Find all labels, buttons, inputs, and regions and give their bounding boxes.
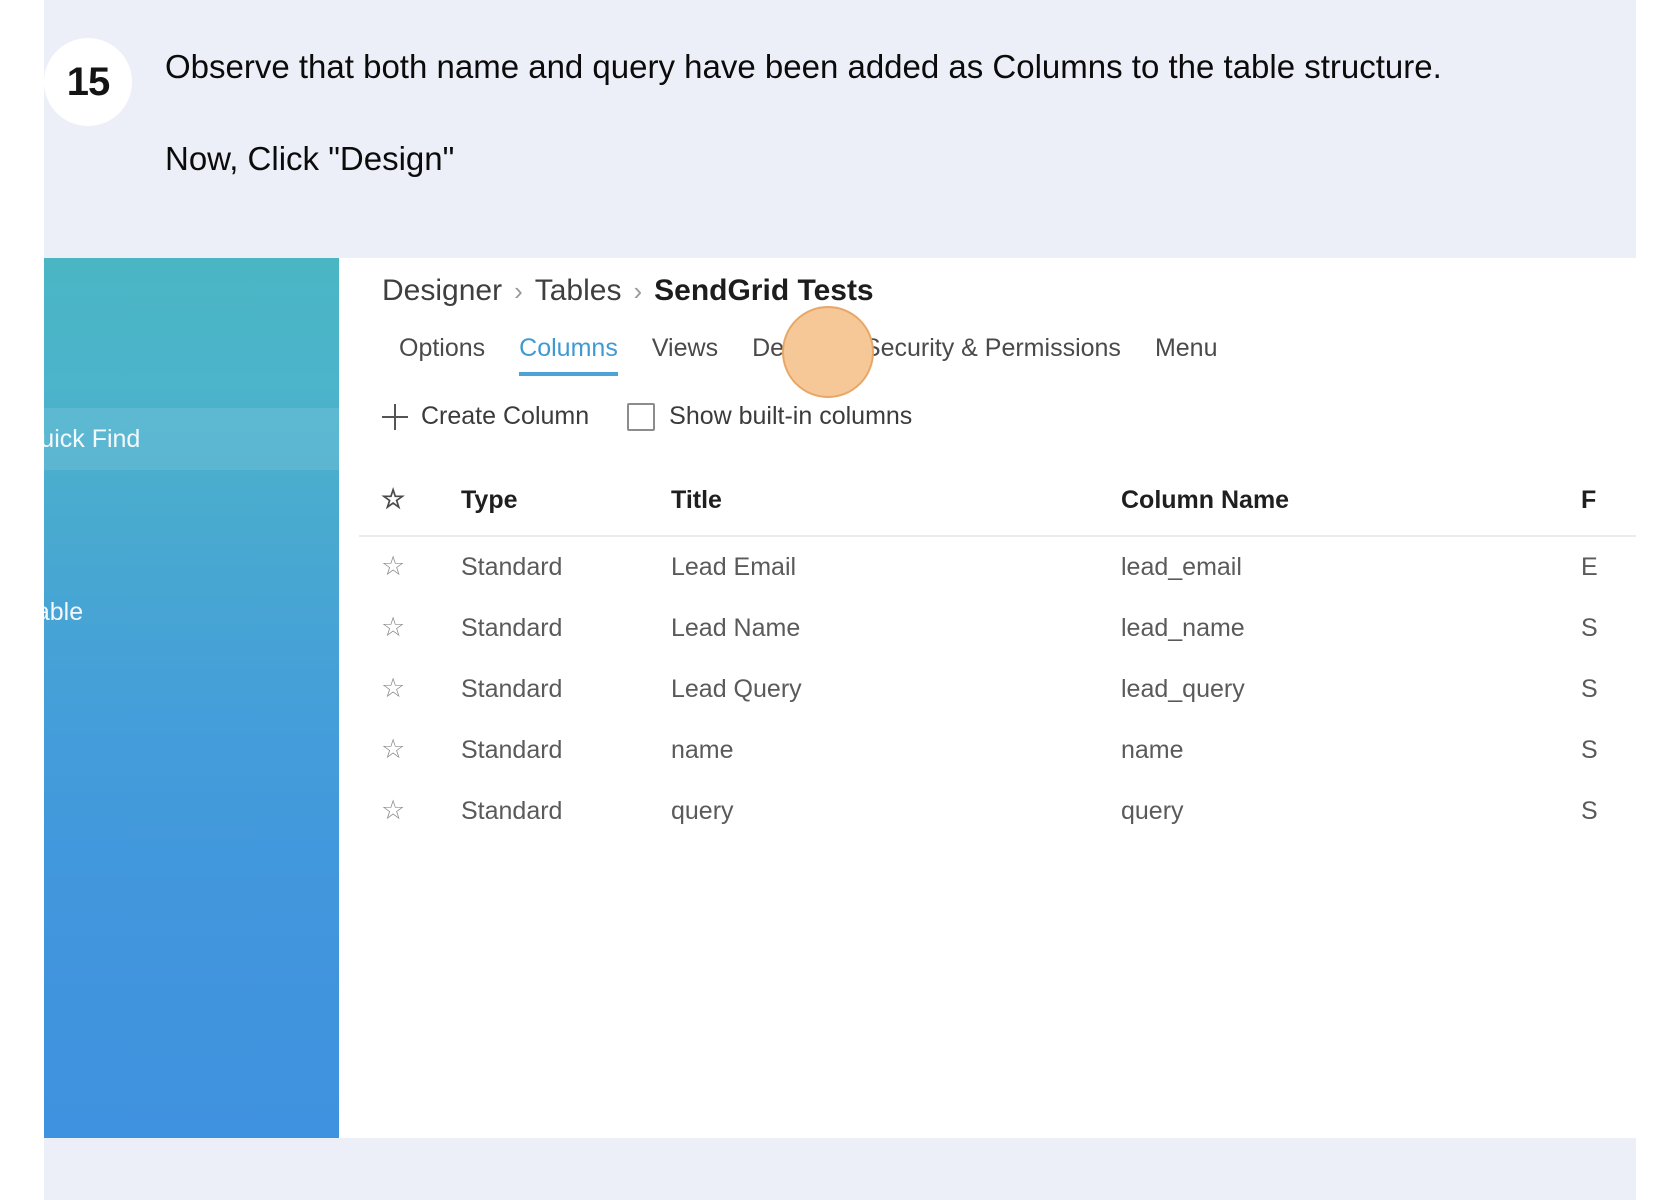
table-row[interactable]: ☆ Standard query query S (359, 781, 1636, 842)
show-builtin-columns-checkbox[interactable]: Show built-in columns (627, 402, 912, 431)
sidebar-item-label: orer (44, 926, 339, 955)
row-type-cell: Standard (461, 736, 563, 764)
step-text: Observe that both name and query have be… (165, 38, 1476, 181)
table-row[interactable]: ☆ Standard Lead Query lead_query S (359, 659, 1636, 720)
row-column-name-cell: lead_query (1121, 675, 1245, 703)
step-description: Observe that both name and query have be… (165, 48, 1442, 85)
card-bottom-spacer (44, 1138, 1636, 1200)
columns-toolbar: Create Column Show built-in columns (382, 402, 912, 431)
sidebar-item-label: ures (44, 828, 339, 857)
sidebar-item-label: es (44, 503, 339, 532)
row-field-type-cell: S (1581, 797, 1598, 825)
breadcrumb-item-designer[interactable]: Designer (382, 274, 502, 308)
breadcrumb: Designer › Tables › SendGrid Tests (382, 274, 874, 308)
row-field-type-cell: S (1581, 675, 1598, 703)
step-instruction: Now, Click "Design" (165, 140, 455, 177)
sidebar-item-label: te Table (44, 598, 84, 626)
row-favorite-cell[interactable]: ☆ (359, 659, 461, 720)
columns-table-body: ☆ Standard Lead Email lead_email E ☆ Sta… (359, 536, 1636, 842)
main-panel: Designer › Tables › SendGrid Tests Optio… (339, 258, 1636, 1138)
row-type-cell: Standard (461, 675, 563, 703)
star-icon[interactable]: ☆ (381, 673, 405, 703)
sidebar-item-create-table[interactable]: te Table (44, 598, 339, 627)
row-favorite-cell[interactable]: ☆ (359, 781, 461, 842)
sidebar-item-label: u Quick Find (44, 425, 141, 453)
row-title-cell: Lead Name (671, 614, 801, 642)
row-field-type-cell: S (1581, 614, 1598, 642)
step-number-badge: 15 (44, 38, 132, 126)
column-header-title[interactable]: Title (671, 486, 1121, 537)
row-type-cell: Standard (461, 614, 563, 642)
checkbox-icon[interactable] (627, 402, 656, 431)
table-row[interactable]: ☆ Standard Lead Email lead_email E (359, 536, 1636, 598)
column-header-field-type[interactable]: F (1581, 486, 1636, 537)
star-icon[interactable]: ☆ (381, 612, 405, 642)
row-title-cell: name (671, 736, 734, 764)
star-icon[interactable]: ☆ (381, 795, 405, 825)
step-header: 15 Observe that both name and query have… (44, 38, 1636, 181)
column-header-favorite[interactable]: ☆ (359, 484, 461, 537)
create-column-label: Create Column (421, 402, 590, 430)
plus-icon (382, 403, 408, 430)
row-favorite-cell[interactable]: ☆ (359, 720, 461, 781)
row-column-name-cell: query (1121, 797, 1184, 825)
table-row[interactable]: ☆ Standard name name S (359, 720, 1636, 781)
show-builtin-columns-label: Show built-in columns (669, 402, 913, 430)
row-column-name-cell: name (1121, 736, 1184, 764)
page-gutter-left (0, 0, 44, 1200)
row-type-cell: Standard (461, 797, 563, 825)
sidebar-item-settings[interactable]: ns (44, 1003, 339, 1032)
row-title-cell: Lead Query (671, 675, 802, 703)
tab-options[interactable]: Options (382, 334, 502, 376)
sidebar-item-views[interactable]: es (44, 683, 339, 712)
row-title-cell: query (671, 797, 734, 825)
table-header-row: ☆ Type Title Column Name F (359, 484, 1636, 537)
create-column-button[interactable]: Create Column (382, 402, 589, 431)
app-screenshot-card: u Quick Find es te Table es ures orer ns (44, 258, 1636, 1138)
sidebar-item-tables[interactable]: es (44, 503, 339, 532)
row-field-type-cell: S (1581, 736, 1598, 764)
page-gutter-right (1636, 0, 1680, 1200)
row-column-name-cell: lead_name (1121, 614, 1245, 642)
row-field-type-cell: E (1581, 553, 1598, 581)
table-row[interactable]: ☆ Standard Lead Name lead_name S (359, 598, 1636, 659)
tab-columns[interactable]: Columns (502, 334, 635, 376)
sidebar-item-label: es (44, 683, 339, 712)
tab-design[interactable]: Design (735, 334, 847, 376)
page-body: 15 Observe that both name and query have… (44, 0, 1636, 1200)
chevron-right-icon: › (633, 276, 643, 306)
row-title-cell: Lead Email (671, 553, 797, 581)
breadcrumb-current-table: SendGrid Tests (654, 274, 874, 307)
column-header-column-name[interactable]: Column Name (1121, 486, 1581, 537)
app-sidebar: u Quick Find es te Table es ures orer ns (44, 258, 339, 1138)
row-favorite-cell[interactable]: ☆ (359, 598, 461, 659)
sidebar-item-label: ns (44, 1003, 339, 1032)
sidebar-item-explorer[interactable]: orer (44, 926, 339, 955)
tab-views[interactable]: Views (635, 334, 735, 376)
row-type-cell: Standard (461, 553, 563, 581)
tab-menu[interactable]: Menu (1138, 334, 1235, 376)
star-icon[interactable]: ☆ (381, 551, 405, 581)
columns-table: ☆ Type Title Column Name F ☆ Standard Le… (359, 486, 1636, 842)
sidebar-item-procedures[interactable]: ures (44, 828, 339, 857)
tab-security-permissions[interactable]: Security & Permissions (847, 334, 1138, 376)
columns-table-head: ☆ Type Title Column Name F (359, 484, 1636, 537)
breadcrumb-item-tables[interactable]: Tables (535, 274, 622, 308)
sidebar-item-menu-quick-find[interactable]: u Quick Find (44, 408, 339, 470)
column-header-type[interactable]: Type (461, 486, 671, 537)
star-icon: ☆ (381, 484, 406, 514)
tab-bar: Options Columns Views Design Security & … (382, 334, 1234, 376)
row-favorite-cell[interactable]: ☆ (359, 536, 461, 598)
chevron-right-icon: › (514, 276, 523, 306)
row-column-name-cell: lead_email (1121, 553, 1242, 581)
star-icon[interactable]: ☆ (381, 734, 405, 764)
